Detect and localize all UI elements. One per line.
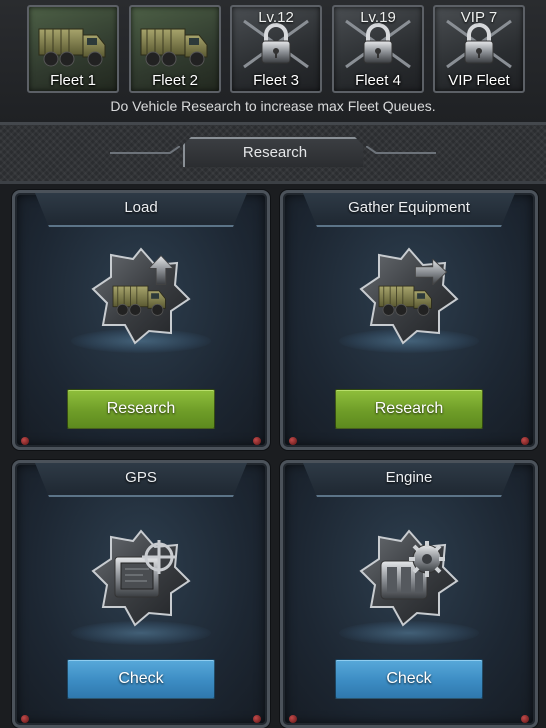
fleet-slot-level: Lv.19 <box>360 9 396 26</box>
fleet-queue-note: Do Vehicle Research to increase max Flee… <box>110 98 436 114</box>
card-header: Load <box>35 193 247 227</box>
fleet-slot-4[interactable]: Lv.19 Fleet 4 <box>332 5 424 93</box>
engine-gear-icon <box>359 527 459 627</box>
fleet-slot-level: Lv.12 <box>258 9 294 26</box>
card-header: Gather Equipment <box>303 193 515 227</box>
fleet-slot-3[interactable]: Lv.12 Fleet 3 <box>230 5 322 93</box>
header-deco-right <box>366 146 436 154</box>
fleet-slot-2[interactable]: Fleet 2 <box>129 5 221 93</box>
research-card-gps: GPS Check <box>12 460 270 728</box>
rivet <box>21 715 29 723</box>
fleet-slot-vip-level: VIP 7 <box>460 9 498 26</box>
research-card-load: Load Research <box>12 190 270 450</box>
card-title: Gather Equipment <box>348 199 470 216</box>
fleet-slot-vip[interactable]: VIP 7 VIP Fleet <box>433 5 525 93</box>
fleet-slot-label: VIP Fleet <box>448 72 510 89</box>
truck-icon <box>35 15 111 73</box>
fleet-slot-label: Fleet 4 <box>355 72 401 89</box>
truck-upgrade-icon <box>91 245 191 345</box>
fleet-slot-label: Fleet 3 <box>253 72 299 89</box>
research-card-gather-equipment: Gather Equipment Research <box>280 190 538 450</box>
card-header: Engine <box>303 463 515 497</box>
card-title: Engine <box>385 469 433 486</box>
card-header: GPS <box>35 463 247 497</box>
rivet <box>21 437 29 445</box>
gps-device-icon <box>91 527 191 627</box>
gps-check-button[interactable]: Check <box>67 659 215 699</box>
rivet <box>253 437 261 445</box>
fleet-slot-1[interactable]: Fleet 1 <box>27 5 119 93</box>
engine-check-button[interactable]: Check <box>335 659 483 699</box>
gather-truck-icon <box>359 245 459 345</box>
load-research-button[interactable]: Research <box>67 389 215 429</box>
rivet <box>289 437 297 445</box>
section-title: Research <box>183 137 363 167</box>
gather-equipment-research-button[interactable]: Research <box>335 389 483 429</box>
rivet <box>289 715 297 723</box>
rivet <box>253 715 261 723</box>
fleet-slot-label: Fleet 1 <box>50 72 96 89</box>
rivet <box>521 437 529 445</box>
header-deco-left <box>110 146 180 154</box>
rivet <box>521 715 529 723</box>
card-title: GPS <box>125 469 157 486</box>
card-title: Load <box>124 199 158 216</box>
fleet-slot-label: Fleet 2 <box>152 72 198 89</box>
truck-icon <box>137 15 213 73</box>
research-card-engine: Engine Check <box>280 460 538 728</box>
